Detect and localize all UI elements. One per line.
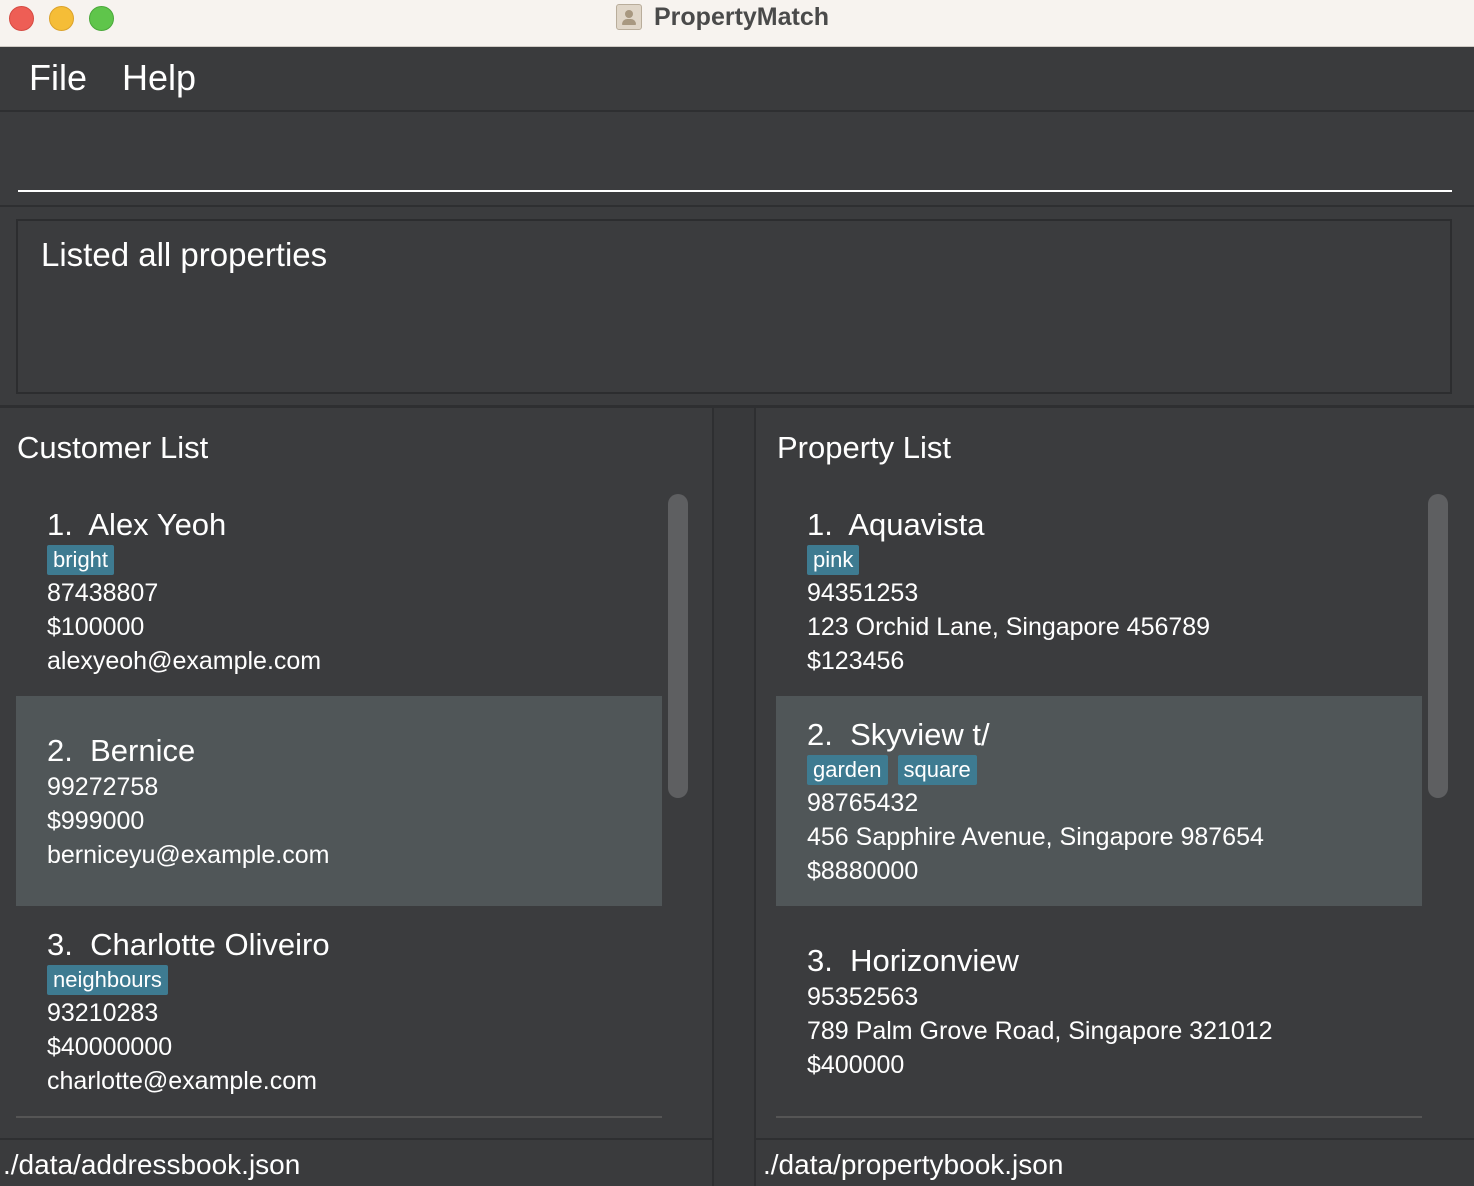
customer-list-title: Customer List (17, 430, 209, 465)
command-input[interactable] (18, 120, 1452, 192)
property-file-path: ./data/propertybook.json (763, 1149, 1064, 1180)
app-contact-icon (616, 4, 642, 30)
property-name: 1. Aquavista (807, 507, 985, 542)
property-name: 2. Skyview t/ (807, 717, 990, 752)
menu-help[interactable]: Help (122, 57, 196, 99)
property-address: 789 Palm Grove Road, Singapore 321012 (807, 1017, 1273, 1045)
customer-budget: $999000 (47, 807, 145, 835)
property-price: $8880000 (807, 857, 919, 885)
customer-phone: 99272758 (47, 773, 159, 801)
property-address: 456 Sapphire Avenue, Singapore 987654 (807, 823, 1264, 851)
property-price: $123456 (807, 647, 905, 675)
property-phone: 94351253 (807, 579, 919, 607)
title-bar: PropertyMatch (0, 0, 1474, 47)
customer-phone: 93210283 (47, 999, 159, 1027)
customer-tags: neighbours (47, 965, 178, 995)
customer-email: charlotte@example.com (47, 1067, 317, 1095)
customer-list-panel: Customer List 1. Alex Yeoh bright 874388… (0, 408, 712, 1138)
customer-email: berniceyu@example.com (47, 841, 330, 869)
customer-budget: $100000 (47, 613, 145, 641)
customer-phone: 87438807 (47, 579, 159, 607)
property-list[interactable]: 1. Aquavista pink 94351253 123 Orchid La… (776, 486, 1422, 1118)
customer-tags: bright (47, 545, 124, 575)
customer-name: 1. Alex Yeoh (47, 507, 227, 542)
command-box (0, 112, 1474, 207)
property-card[interactable]: 3. Horizonview 95352563 789 Palm Grove R… (776, 906, 1422, 1118)
property-phone: 98765432 (807, 789, 919, 817)
customer-email: alexyeoh@example.com (47, 647, 322, 675)
property-tags: garden square (807, 755, 987, 785)
property-address: 123 Orchid Lane, Singapore 456789 (807, 613, 1211, 641)
tag: bright (47, 545, 115, 575)
maximize-window-button[interactable] (89, 6, 114, 31)
tag: neighbours (47, 965, 168, 995)
customer-file-path: ./data/addressbook.json (3, 1149, 301, 1180)
customer-card[interactable]: 2. Bernice 99272758 $999000 berniceyu@ex… (16, 696, 662, 906)
property-tags: pink (807, 545, 869, 575)
menu-bar: File Help (0, 47, 1474, 112)
close-window-button[interactable] (9, 6, 34, 31)
split-pane-divider[interactable] (712, 408, 756, 1186)
tag: pink (807, 545, 860, 575)
tag: garden (807, 755, 888, 785)
property-list-scrollbar[interactable] (1428, 494, 1448, 798)
menu-file[interactable]: File (29, 57, 87, 99)
tag: square (897, 755, 977, 785)
customer-card[interactable]: 1. Alex Yeoh bright 87438807 $100000 ale… (16, 486, 662, 696)
customer-status-bar: ./data/addressbook.json (0, 1138, 712, 1186)
customer-list[interactable]: 1. Alex Yeoh bright 87438807 $100000 ale… (16, 486, 662, 1118)
property-name: 3. Horizonview (807, 943, 1019, 978)
window-title: PropertyMatch (654, 3, 830, 31)
property-card[interactable]: 2. Skyview t/ garden square 98765432 456 … (776, 696, 1422, 906)
property-list-title: Property List (777, 430, 952, 465)
property-card[interactable]: 1. Aquavista pink 94351253 123 Orchid La… (776, 486, 1422, 696)
customer-card[interactable]: 3. Charlotte Oliveiro neighbours 9321028… (16, 906, 662, 1118)
customer-name: 3. Charlotte Oliveiro (47, 927, 330, 962)
customer-list-scrollbar[interactable] (668, 494, 688, 798)
result-message: Listed all properties (41, 236, 328, 273)
customer-name: 2. Bernice (47, 733, 196, 768)
property-list-panel: Property List 1. Aquavista pink 94351253… (756, 408, 1474, 1138)
property-phone: 95352563 (807, 983, 919, 1011)
customer-budget: $40000000 (47, 1033, 173, 1061)
minimize-window-button[interactable] (49, 6, 74, 31)
property-status-bar: ./data/propertybook.json (756, 1138, 1474, 1186)
property-price: $400000 (807, 1051, 905, 1079)
result-display: Listed all properties (16, 219, 1452, 394)
